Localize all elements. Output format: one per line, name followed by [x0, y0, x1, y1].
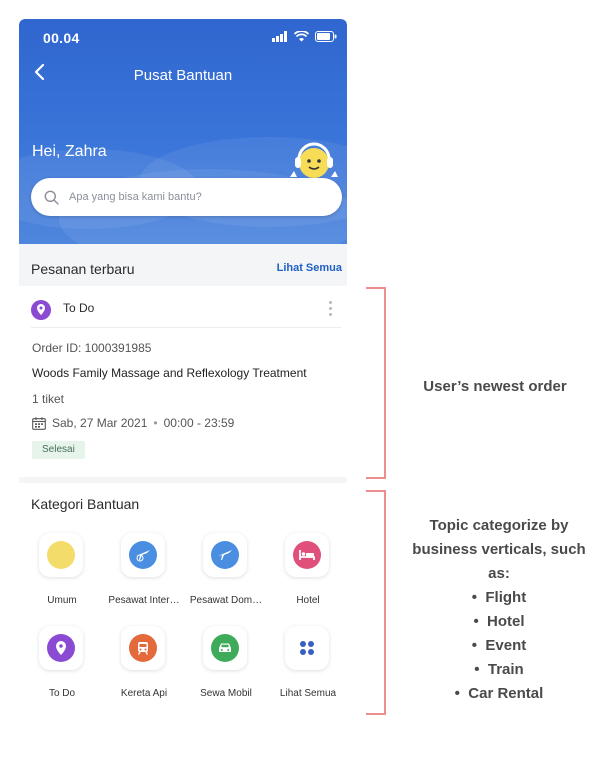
more-options-icon[interactable] — [327, 301, 333, 317]
status-bar: 00.04 — [19, 19, 347, 55]
topic-bullet: • — [471, 589, 478, 606]
category-label: Hotel — [296, 595, 320, 606]
topic-bullet: • — [473, 613, 479, 630]
category-tile — [285, 626, 329, 670]
category-label: Lihat Semua — [279, 688, 337, 699]
category-train[interactable]: Kereta Api — [101, 626, 183, 706]
topic-item: • Train — [400, 658, 598, 682]
category-label: Pesawat Inter… — [108, 595, 180, 606]
topic-item: • Event — [400, 634, 598, 658]
international-flight-icon — [129, 541, 157, 569]
newest-order-annotation: User’s newest order — [423, 378, 567, 395]
category-tile — [39, 533, 83, 577]
category-tile — [39, 626, 83, 670]
calendar-icon — [32, 416, 46, 430]
topic-label: Flight — [485, 589, 527, 606]
category-to-do[interactable]: To Do — [19, 626, 101, 706]
nav-bar: Pusat Bantuan — [19, 63, 347, 87]
topic-item: • Car Rental — [400, 682, 598, 706]
category-international-flight[interactable]: Pesawat Inter… — [101, 533, 183, 613]
order-bracket — [366, 287, 386, 479]
topics-list: • Flight • Hotel • Event • Train • Car R… — [400, 586, 598, 706]
order-date: Sab, 27 Mar 2021 — [52, 416, 148, 430]
status-time: 00.04 — [43, 30, 80, 46]
status-badge: Selesai — [32, 441, 85, 459]
category-label: To Do — [48, 688, 76, 699]
to-do-category-icon — [31, 300, 51, 320]
topic-label: Hotel — [487, 613, 525, 630]
topic-item: • Hotel — [400, 610, 598, 634]
date-separator: • — [153, 416, 158, 430]
battery-icon — [315, 31, 337, 42]
train-icon — [129, 634, 157, 662]
canvas: 00.04 Pusat Bantuan Hei, Zahra Apa yang … — [0, 0, 609, 757]
topic-item: • Flight — [400, 586, 598, 610]
category-car-rental[interactable]: Sewa Mobil — [183, 626, 265, 706]
category-tile — [203, 533, 247, 577]
category-tile — [121, 533, 165, 577]
map-pin-icon — [37, 304, 45, 315]
see-all-icon — [293, 634, 321, 662]
signal-icon — [272, 31, 287, 42]
order-card[interactable]: To Do Order ID: 1000391985 Woods Family … — [19, 286, 347, 477]
order-name: Woods Family Massage and Reflexology Tre… — [32, 366, 307, 380]
category-label: Pesawat Dom… — [189, 595, 263, 606]
help-center-header: 00.04 Pusat Bantuan Hei, Zahra Apa yang … — [19, 19, 347, 244]
order-card-header: To Do — [31, 286, 341, 328]
order-time: 00:00 - 23:59 — [163, 416, 235, 430]
help-categories-title: Kategori Bantuan — [31, 496, 140, 512]
search-placeholder: Apa yang bisa kami bantu? — [69, 191, 202, 203]
category-see-all[interactable]: Lihat Semua — [265, 626, 347, 706]
recent-orders-title: Pesanan terbaru — [31, 261, 135, 277]
category-tile — [121, 626, 165, 670]
greeting-text: Hei, Zahra — [32, 143, 107, 160]
order-category: To Do — [63, 301, 95, 315]
topic-label: Car Rental — [468, 685, 544, 702]
category-label: Kereta Api — [120, 688, 168, 699]
wifi-icon — [294, 31, 309, 42]
see-all-orders-link[interactable]: Lihat Semua — [277, 262, 342, 274]
topic-label: Event — [485, 637, 527, 654]
car-rental-icon — [211, 634, 239, 662]
phone-screen: 00.04 Pusat Bantuan Hei, Zahra Apa yang … — [19, 19, 347, 719]
topic-bullet: • — [471, 637, 478, 654]
category-label: Umum — [47, 595, 77, 606]
category-hotel[interactable]: Hotel — [265, 533, 347, 613]
order-quantity: 1 tiket — [32, 392, 65, 406]
order-schedule: Sab, 27 Mar 2021 • 00:00 - 23:59 — [32, 416, 234, 430]
category-bracket — [366, 490, 386, 715]
general-icon — [47, 541, 75, 569]
topic-bullet: • — [454, 685, 460, 702]
status-icons — [272, 31, 337, 42]
order-id: Order ID: 1000391985 — [32, 341, 152, 355]
category-domestic-flight[interactable]: Pesawat Dom… — [183, 533, 265, 613]
category-general[interactable]: Umum — [19, 533, 101, 613]
topic-bullet: • — [474, 661, 480, 678]
recent-orders-header: Pesanan terbaru Lihat Semua — [19, 244, 347, 286]
category-tile — [203, 626, 247, 670]
page-title: Pusat Bantuan — [133, 67, 233, 84]
search-input[interactable]: Apa yang bisa kami bantu? — [31, 178, 342, 216]
domestic-flight-icon — [211, 541, 239, 569]
mascot-icon — [290, 142, 338, 178]
to-do-icon — [47, 634, 75, 662]
section-divider — [19, 477, 347, 483]
hotel-icon — [293, 541, 321, 569]
category-tile — [285, 533, 329, 577]
category-label: Sewa Mobil — [200, 688, 252, 699]
search-icon — [44, 190, 59, 205]
topic-label: Train — [487, 661, 524, 678]
topics-intro: Topic categorize by business verticals, … — [412, 517, 586, 582]
topics-annotation: Topic categorize by business verticals, … — [400, 514, 598, 706]
